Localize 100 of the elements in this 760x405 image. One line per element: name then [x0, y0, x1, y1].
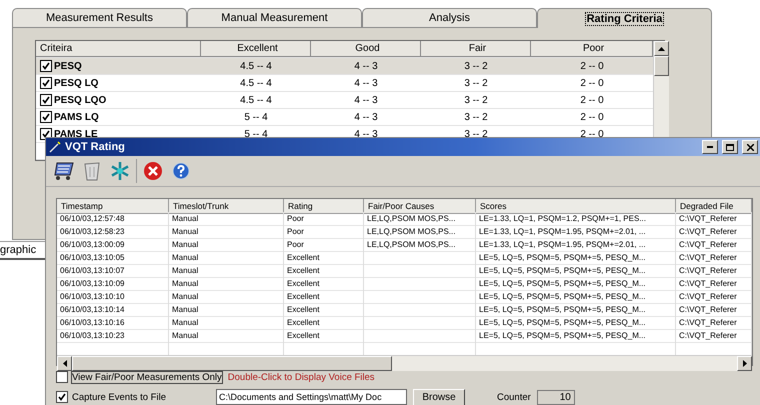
tab[interactable]: Analysis [362, 8, 537, 28]
table-cell: LE=1.33, LQ=1, PSQM=1.95, PSQM+=2.01, ... [476, 238, 676, 252]
table-cell: Manual [169, 290, 284, 304]
hint-text: Double-Click to Display Voice Files [228, 372, 375, 382]
table-cell: C:\VQT_Referer [676, 290, 752, 304]
table-cell: 06/10/03,13:10:23 [57, 329, 169, 343]
table-cell-text: 2 -- 0 [579, 78, 605, 88]
table-cell: 06/10/03,13:10:07 [57, 264, 169, 278]
table-cell-text: 3 -- 2 [463, 94, 489, 106]
criteria-name: PESQ [54, 60, 82, 72]
checkbox-label[interactable]: Capture Events to File [72, 392, 166, 402]
file-path-field[interactable]: C:\Documents and Settings\matt\My Doc [216, 389, 407, 405]
table-cell-text: 4.5 -- 4 [239, 94, 273, 106]
close-button[interactable] [742, 140, 758, 154]
checkbox[interactable] [40, 111, 52, 123]
scroll-thumb[interactable] [72, 356, 392, 371]
criteria-name: PAMS LE [54, 128, 98, 140]
table-cell: Manual [169, 316, 284, 330]
column-header[interactable]: Scores [476, 199, 676, 214]
table-cell-text: 3 -- 2 [463, 128, 489, 140]
table-cell: Poor [284, 238, 364, 252]
table-row[interactable]: PESQ LQ 4.5 -- 4 4 -- 3 3 -- 2 2 -- 0 [36, 75, 653, 92]
table-cell: 06/10/03,13:10:14 [57, 303, 169, 317]
checkbox[interactable] [56, 371, 68, 383]
table-cell-text: 4 -- 3 [353, 78, 379, 88]
column-header[interactable]: Rating [284, 199, 364, 214]
scrollbar[interactable] [57, 355, 752, 371]
table-cell: Excellent [284, 277, 364, 291]
cancel-icon[interactable] [141, 159, 165, 183]
criteria-name: PESQ LQ [54, 78, 98, 88]
table-cell: LE=5, LQ=5, PSQM=5, PSQM+=5, PESQ_M... [476, 290, 676, 304]
table-cell-text: 5 -- 4 [243, 128, 269, 140]
table-cell: 06/10/03,13:10:09 [57, 277, 169, 291]
scroll-left-icon[interactable] [57, 356, 72, 371]
table-cell: C:\VQT_Referer [676, 329, 752, 343]
table-cell: LE=5, LQ=5, PSQM=5, PSQM+=5, PESQ_M... [476, 251, 676, 265]
table-cell: Manual [169, 238, 284, 252]
table-cell: Manual [169, 212, 284, 226]
column-header[interactable]: Excellent [201, 41, 311, 57]
table-cell: C:\VQT_Referer [676, 303, 752, 317]
column-header[interactable]: Good [311, 41, 421, 57]
table-cell: LE=5, LQ=5, PSQM=5, PSQM+=5, PESQ_M... [476, 316, 676, 330]
table-cell: Excellent [284, 303, 364, 317]
table-cell: C:\VQT_Referer [676, 238, 752, 252]
maximize-icon [726, 144, 734, 150]
table-cell: Poor [284, 225, 364, 239]
browse-button[interactable]: Browse [413, 388, 465, 405]
table-cell: LE,LQ,PSOM MOS,PS... [364, 225, 476, 239]
wand-icon [49, 141, 61, 153]
checkbox[interactable] [40, 60, 52, 72]
table-cell-text: 2 -- 0 [579, 94, 605, 106]
table-row[interactable]: PAMS LQ 5 -- 4 4 -- 3 3 -- 2 2 -- 0 [36, 109, 653, 126]
table-cell-text: 2 -- 0 [579, 112, 605, 122]
table-cell: Manual [169, 329, 284, 343]
column-header[interactable]: Timeslot/Trunk [169, 199, 284, 214]
checkbox[interactable] [40, 77, 52, 89]
scroll-thumb[interactable] [654, 56, 669, 76]
close-icon [746, 144, 754, 150]
table-cell-text: 4 -- 3 [353, 112, 379, 122]
column-header[interactable]: Poor [531, 41, 653, 57]
table-cell-text: 4.5 -- 4 [239, 60, 273, 72]
column-header[interactable]: Fair [421, 41, 531, 57]
table-row[interactable]: PESQ 4.5 -- 4 4 -- 3 3 -- 2 2 -- 0 [36, 58, 653, 75]
minimize-icon [707, 146, 713, 148]
tab[interactable]: Measurement Results [12, 8, 187, 28]
tab[interactable]: Rating Criteria [537, 8, 712, 28]
counter-label: Counter [497, 392, 531, 402]
table-cell: Manual [169, 277, 284, 291]
checkbox[interactable] [40, 94, 52, 106]
scroll-right-icon[interactable] [737, 356, 752, 371]
maximize-button[interactable] [722, 140, 738, 154]
scroll-up-icon[interactable] [654, 41, 669, 56]
table-cell: C:\VQT_Referer [676, 264, 752, 278]
table-cell: LE,LQ,PSOM MOS,PS... [364, 212, 476, 226]
table-row[interactable]: PESQ LQO 4.5 -- 4 4 -- 3 3 -- 2 2 -- 0 [36, 92, 653, 109]
table-cell: 06/10/03,12:58:23 [57, 225, 169, 239]
table-cell: Poor [284, 212, 364, 226]
counter-field[interactable]: 10 [536, 390, 575, 404]
column-header[interactable]: Degraded File [676, 199, 752, 214]
window-title: VQT Rating [65, 141, 126, 153]
column-header[interactable]: Criteira [36, 41, 201, 57]
table-cell: LE=5, LQ=5, PSQM=5, PSQM+=5, PESQ_M... [476, 303, 676, 317]
table-cell: Excellent [284, 251, 364, 265]
table-cell-text: 3 -- 2 [463, 112, 489, 122]
table-cell-text: 4 -- 3 [353, 94, 379, 106]
table-cell: Excellent [284, 329, 364, 343]
minimize-button[interactable] [702, 140, 718, 154]
tab[interactable]: Manual Measurement [187, 8, 362, 28]
column-header[interactable]: Fair/Poor Causes [364, 199, 476, 214]
table-cell-text: 2 -- 0 [579, 60, 605, 72]
table-cell-text: 3 -- 2 [463, 60, 489, 72]
table-cell: Manual [169, 251, 284, 265]
checkbox[interactable] [56, 391, 68, 403]
column-header[interactable]: Timestamp [57, 199, 169, 214]
table-cell: LE=1.33, LQ=1, PSQM=1.2, PSQM+=1, PES... [476, 212, 676, 226]
table-cell: C:\VQT_Referer [676, 225, 752, 239]
table-cell: 06/10/03,12:57:48 [57, 212, 169, 226]
checkbox-label[interactable]: View Fair/Poor Measurements Only [72, 372, 222, 382]
criteria-name: PAMS LQ [54, 112, 99, 122]
table-cell-text: 4.5 -- 4 [239, 78, 273, 88]
